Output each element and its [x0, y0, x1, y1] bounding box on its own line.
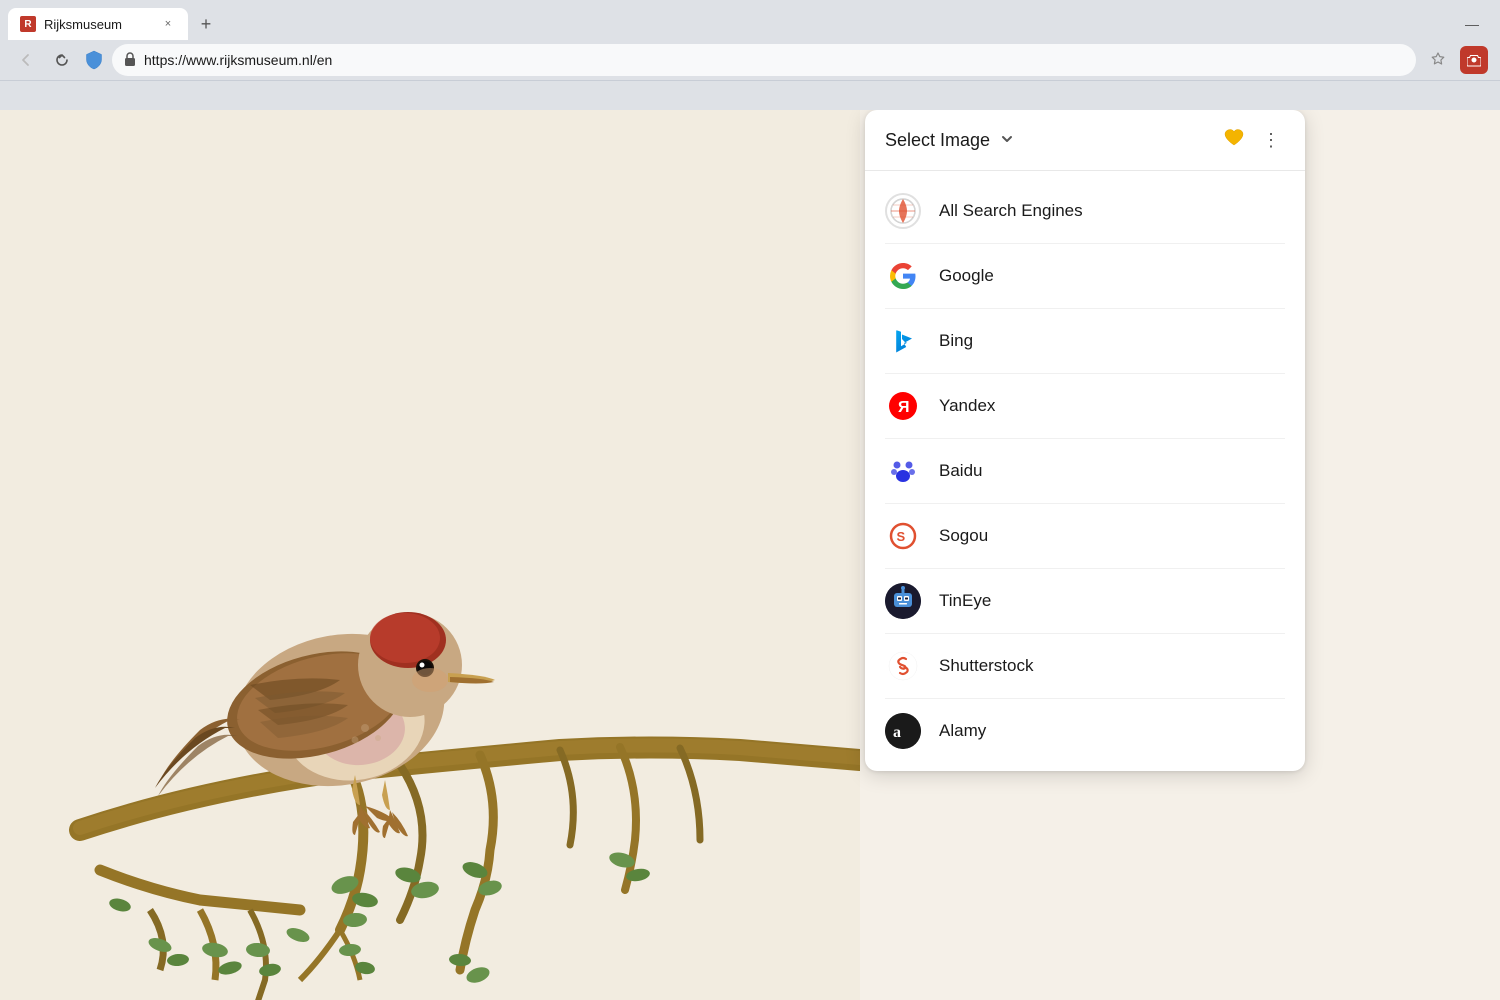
shutterstock-label: Shutterstock	[939, 656, 1034, 676]
all-engines-icon	[885, 193, 921, 229]
favorite-button[interactable]	[1223, 127, 1245, 153]
sogou-label: Sogou	[939, 526, 988, 546]
all-engines-label: All Search Engines	[939, 201, 1083, 221]
engine-item-shutterstock[interactable]: Shutterstock	[865, 634, 1305, 698]
bookmark-button[interactable]	[1424, 46, 1452, 74]
google-label: Google	[939, 266, 994, 286]
select-image-button[interactable]: Select Image	[885, 130, 1014, 151]
tineye-label: TinEye	[939, 591, 991, 611]
minimize-button[interactable]: —	[1460, 12, 1484, 36]
engine-list: All Search Engines Google	[865, 171, 1305, 771]
engine-item-sogou[interactable]: S Sogou	[865, 504, 1305, 568]
active-tab[interactable]: R Rijksmuseum ×	[8, 8, 188, 40]
alamy-icon: a	[885, 713, 921, 749]
lock-icon	[124, 52, 136, 69]
new-tab-button[interactable]: +	[192, 10, 220, 38]
yandex-label: Yandex	[939, 396, 995, 416]
baidu-label: Baidu	[939, 461, 982, 481]
address-bar-separator	[0, 80, 1500, 81]
engine-item-baidu[interactable]: Baidu	[865, 439, 1305, 503]
shutterstock-icon	[885, 648, 921, 684]
dropdown-arrow-icon	[1000, 132, 1014, 149]
bing-icon	[885, 323, 921, 359]
browser-chrome: R Rijksmuseum × + — https://www.rijksmus…	[0, 0, 1500, 110]
camera-extension-button[interactable]	[1460, 46, 1488, 74]
engine-item-bing[interactable]: Bing	[865, 309, 1305, 373]
more-options-button[interactable]: ⋮	[1257, 126, 1285, 154]
window-controls: —	[1460, 12, 1492, 36]
baidu-icon	[885, 453, 921, 489]
select-image-label: Select Image	[885, 130, 990, 151]
engine-item-google[interactable]: Google	[865, 244, 1305, 308]
webpage: Select Image ⋮	[0, 110, 1500, 1000]
svg-text:Я: Я	[898, 399, 910, 416]
engine-item-alamy[interactable]: a Alamy	[865, 699, 1305, 763]
tineye-icon	[885, 583, 921, 619]
bing-label: Bing	[939, 331, 973, 351]
yandex-icon: Я	[885, 388, 921, 424]
panel-header: Select Image ⋮	[865, 110, 1305, 171]
engine-item-yandex[interactable]: Я Yandex	[865, 374, 1305, 438]
bird-painting	[0, 110, 860, 1000]
google-icon	[885, 258, 921, 294]
svg-text:S: S	[897, 529, 906, 544]
tab-bar: R Rijksmuseum × + —	[0, 0, 1500, 40]
shield-icon	[84, 50, 104, 70]
url-bar[interactable]: https://www.rijksmuseum.nl/en	[112, 44, 1416, 76]
tab-favicon: R	[20, 16, 36, 32]
sogou-icon: S	[885, 518, 921, 554]
svg-text:a: a	[893, 724, 901, 741]
engine-item-all[interactable]: All Search Engines	[865, 179, 1305, 243]
address-bar: https://www.rijksmuseum.nl/en	[0, 40, 1500, 80]
alamy-label: Alamy	[939, 721, 986, 741]
tab-title: Rijksmuseum	[44, 17, 152, 32]
back-button[interactable]	[12, 46, 40, 74]
refresh-button[interactable]	[48, 46, 76, 74]
tab-close-button[interactable]: ×	[160, 16, 176, 32]
engine-item-tineye[interactable]: TinEye	[865, 569, 1305, 633]
search-engine-dropdown: Select Image ⋮	[865, 110, 1305, 771]
url-text: https://www.rijksmuseum.nl/en	[144, 52, 332, 68]
